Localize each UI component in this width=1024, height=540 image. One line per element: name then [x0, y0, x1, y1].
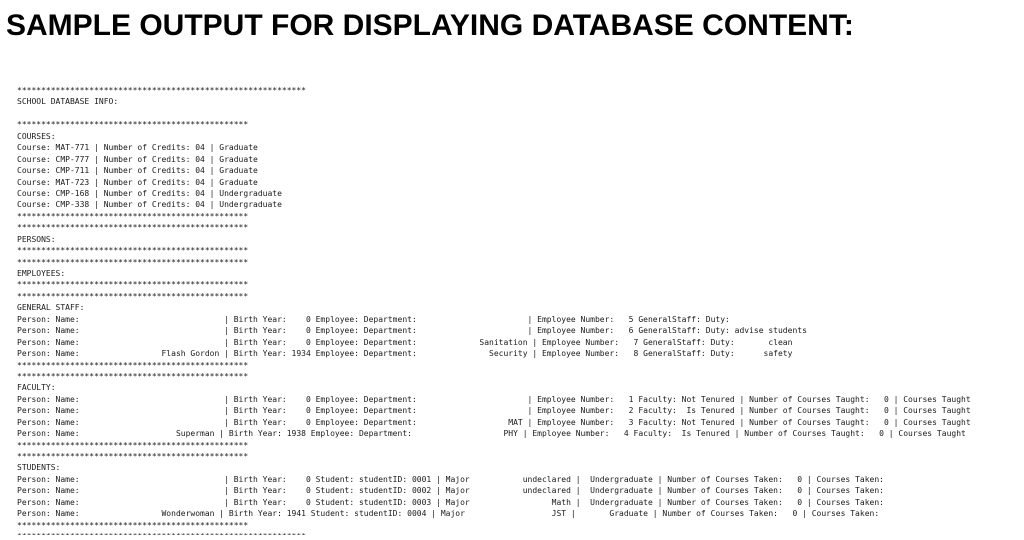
console-line: Person: Name: | Birth Year: 0 Employee: … [17, 417, 971, 427]
console-line: ****************************************… [17, 246, 249, 256]
console-line: Course: CMP-338 | Number of Credits: 04 … [17, 200, 282, 210]
console-line: Course: MAT-723 | Number of Credits: 04 … [17, 177, 258, 187]
console-line: Person: Name: | Birth Year: 0 Employee: … [17, 394, 971, 404]
console-output: ****************************************… [17, 85, 1022, 535]
console-line: FACULTY: [17, 383, 56, 393]
console-line: Person: Name: | Birth Year: 0 Student: s… [17, 474, 884, 484]
console-line: Person: Name: Superman | Birth Year: 193… [17, 429, 966, 439]
console-line: ****************************************… [17, 371, 249, 381]
console-line: Course: MAT-771 | Number of Credits: 04 … [17, 143, 258, 153]
console-line: EMPLOYEES: [17, 269, 66, 278]
console-line: Person: Name: | Birth Year: 0 Employee: … [17, 337, 793, 347]
console-line: ****************************************… [17, 280, 249, 290]
console-line: Course: CMP-168 | Number of Credits: 04 … [17, 188, 282, 198]
console-line: Person: Name: | Birth Year: 0 Student: s… [17, 497, 884, 507]
console-line: GENERAL STAFF: [17, 303, 85, 313]
console-line: ****************************************… [17, 291, 249, 301]
console-line: STUDENTS: [17, 463, 61, 473]
console-line: Course: CMP-777 | Number of Credits: 04 … [17, 154, 258, 164]
page-title: SAMPLE OUTPUT FOR DISPLAYING DATABASE CO… [6, 9, 854, 42]
console-line: Person: Name: | Birth Year: 0 Employee: … [17, 326, 807, 336]
console-line: ****************************************… [17, 86, 306, 95]
console-line: PERSONS: [17, 234, 56, 244]
console-line: ****************************************… [17, 120, 249, 130]
console-line: ****************************************… [17, 520, 249, 530]
console-line: Person: Name: | Birth Year: 0 Student: s… [17, 486, 884, 496]
console-line: Course: CMP-711 | Number of Credits: 04 … [17, 166, 258, 176]
console-line: ****************************************… [17, 360, 249, 370]
console-line: SCHOOL DATABASE INFO: [17, 97, 119, 107]
console-line: ****************************************… [17, 211, 249, 221]
console-line: ****************************************… [17, 223, 249, 233]
console-line: ****************************************… [17, 452, 249, 461]
console-line: Person: Name: | Birth Year: 0 Employee: … [17, 406, 971, 416]
console-line: Person: Name: Flash Gordon | Birth Year:… [17, 349, 793, 359]
console-line: ****************************************… [17, 257, 249, 267]
console-line: Person: Name: | Birth Year: 0 Employee: … [17, 314, 730, 324]
console-line: ****************************************… [17, 531, 1022, 535]
console-line: COURSES: [17, 131, 56, 141]
console-line: ****************************************… [17, 440, 249, 450]
console-line: Person: Name: Wonderwoman | Birth Year: … [17, 509, 880, 519]
